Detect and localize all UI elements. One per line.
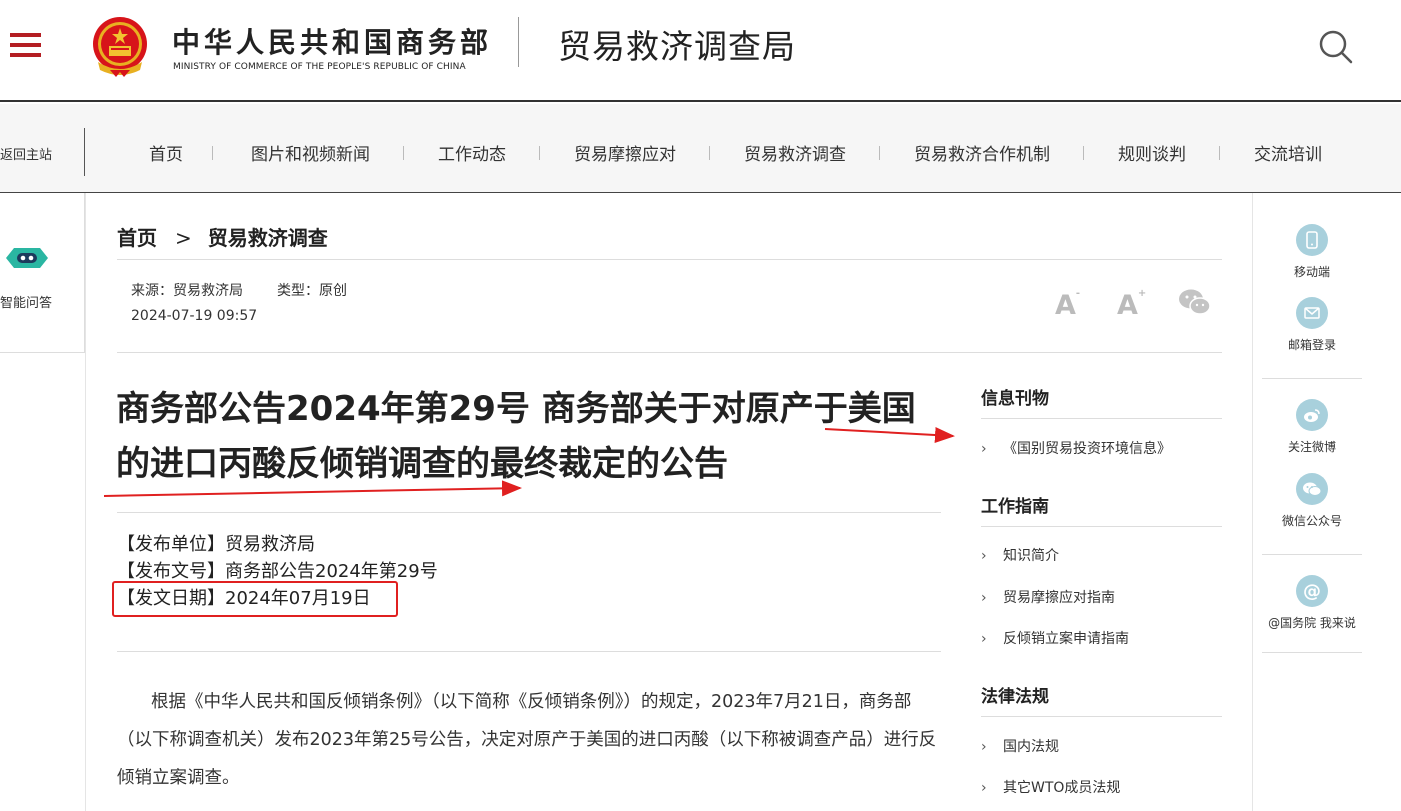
nav-item-home[interactable]: 首页 — [149, 140, 183, 165]
nav-item-cooperation[interactable]: 贸易救济合作机制 — [914, 140, 1050, 165]
sidebar-title-guides: 工作指南 — [981, 497, 1049, 517]
breadcrumb-home[interactable]: 首页 — [117, 226, 157, 250]
org-name-en: MINISTRY OF COMMERCE OF THE PEOPLE'S REP… — [173, 62, 466, 72]
ai-assistant-panel[interactable]: 智能问答 — [0, 193, 85, 353]
weibo-label: 关注微博 — [1287, 440, 1336, 454]
chevron-right-icon: › — [981, 548, 987, 564]
sidebar-link[interactable]: › 《国别贸易投资环境信息》 — [981, 438, 1171, 458]
mobile-label: 移动端 — [1293, 265, 1330, 279]
divider — [981, 716, 1222, 717]
mobile-link[interactable]: 移动端 — [1262, 224, 1362, 280]
divider — [981, 526, 1222, 527]
breadcrumb-separator: > — [175, 226, 192, 250]
state-council-label: @国务院 我来说 — [1268, 616, 1356, 630]
site-header: 中华人民共和国商务部 MINISTRY OF COMMERCE OF THE P… — [0, 0, 1401, 102]
article-datetime: 2024-07-19 09:57 — [131, 308, 258, 324]
article-body: 根据《中华人民共和国反倾销条例》（以下简称《反倾销条例》）的规定，2023年7月… — [117, 692, 937, 788]
sidebar-link-label: 反倾销立案申请指南 — [1003, 631, 1129, 647]
divider — [981, 418, 1222, 419]
article-title-line-2: 的进口丙酸反倾销调查的最终裁定的公告 — [116, 444, 728, 484]
article-title-line-1: 商务部公告2024年第29号 商务部关于对原产于美国 — [116, 389, 916, 429]
breadcrumb: 首页 > 贸易救济调查 — [117, 222, 328, 251]
nav-separator — [1083, 146, 1084, 160]
sidebar-link-label: 贸易摩擦应对指南 — [1003, 590, 1115, 606]
article-type: 类型：原创 — [277, 283, 347, 299]
content-left-border — [85, 193, 86, 811]
chevron-right-icon: › — [981, 590, 987, 606]
nav-separator — [403, 146, 404, 160]
nav-separator — [879, 146, 880, 160]
font-increase-glyph: A — [1117, 290, 1138, 321]
nav-separator — [709, 146, 710, 160]
weibo-link[interactable]: 关注微博 — [1262, 399, 1362, 455]
main-nav: 返回主站 首页 图片和视频新闻 工作动态 贸易摩擦应对 贸易救济调查 贸易救济合… — [0, 104, 1401, 193]
weibo-icon — [1296, 399, 1328, 431]
wechat-account-link[interactable]: 微信公众号 — [1262, 473, 1362, 529]
sidebar-link[interactable]: › 国内法规 — [981, 736, 1059, 756]
mail-login-label: 邮箱登录 — [1287, 338, 1336, 352]
sidebar-link[interactable]: › 反倾销立案申请指南 — [981, 628, 1129, 648]
search-icon[interactable] — [1317, 28, 1353, 64]
font-decrease-button[interactable]: A- — [1055, 288, 1081, 321]
font-increase-sign: + — [1137, 288, 1147, 299]
nav-separator — [1219, 146, 1220, 160]
nav-separator — [539, 146, 540, 160]
right-panel-divider — [1262, 652, 1362, 653]
right-panel-divider — [1262, 554, 1362, 555]
hamburger-menu-icon[interactable] — [10, 33, 41, 57]
nav-separator — [212, 146, 213, 160]
chevron-right-icon: › — [981, 739, 987, 755]
divider — [117, 259, 1222, 260]
nav-item-training[interactable]: 交流培训 — [1254, 140, 1322, 165]
sidebar-link-label: 其它WTO成员法规 — [1003, 780, 1121, 796]
chevron-right-icon: › — [981, 780, 987, 796]
mobile-icon — [1296, 224, 1328, 256]
publisher-info: 【发布单位】贸易救济局 — [117, 534, 315, 555]
sidebar-link-label: 知识简介 — [1003, 548, 1059, 564]
wechat-account-label: 微信公众号 — [1281, 514, 1342, 528]
sidebar-link-label: 国内法规 — [1003, 739, 1059, 755]
sidebar-link[interactable]: › 知识简介 — [981, 545, 1059, 565]
chevron-right-icon: › — [981, 631, 987, 647]
article-title: 商务部公告2024年第29号 商务部关于对原产于美国 的进口丙酸反倾销调查的最终… — [116, 382, 946, 492]
mail-login-link[interactable]: 邮箱登录 — [1262, 297, 1362, 353]
sidebar-link-label: 《国别贸易投资环境信息》 — [1003, 441, 1171, 457]
divider — [117, 352, 1222, 353]
nav-item-rules-negotiation[interactable]: 规则谈判 — [1118, 140, 1186, 165]
highlight-box-annotation — [112, 581, 398, 617]
font-decrease-glyph: A — [1055, 290, 1076, 321]
sidebar-title-publications: 信息刊物 — [981, 389, 1049, 409]
sidebar-link[interactable]: › 其它WTO成员法规 — [981, 777, 1120, 797]
org-name-cn[interactable]: 中华人民共和国商务部 — [172, 21, 492, 61]
nav-divider — [84, 128, 85, 176]
breadcrumb-current[interactable]: 贸易救济调查 — [208, 226, 328, 250]
nav-item-photo-video[interactable]: 图片和视频新闻 — [251, 140, 370, 165]
national-emblem-logo[interactable] — [90, 14, 150, 78]
chevron-right-icon: › — [981, 441, 987, 457]
sidebar-title-laws: 法律法规 — [981, 687, 1049, 707]
nav-item-trade-friction[interactable]: 贸易摩擦应对 — [574, 140, 676, 165]
right-panel-divider — [1262, 378, 1362, 379]
wechat-share-icon[interactable] — [1178, 288, 1212, 318]
wechat-icon — [1296, 473, 1328, 505]
document-number: 【发布文号】商务部公告2024年第29号 — [117, 561, 438, 582]
divider — [117, 651, 941, 652]
divider — [117, 512, 941, 513]
at-icon: @ — [1296, 575, 1328, 607]
header-divider — [518, 17, 519, 67]
ai-assistant-label[interactable]: 智能问答 — [0, 292, 52, 311]
content-right-border — [1252, 193, 1253, 811]
nav-item-work-news[interactable]: 工作动态 — [438, 140, 506, 165]
sidebar-link[interactable]: › 贸易摩擦应对指南 — [981, 587, 1115, 607]
article-meta: 来源：贸易救济局 类型：原创 — [131, 280, 347, 300]
state-council-link[interactable]: @ @国务院 我来说 — [1262, 575, 1362, 631]
mail-icon — [1296, 297, 1328, 329]
article-source: 来源：贸易救济局 — [131, 283, 243, 299]
font-increase-button[interactable]: A+ — [1117, 288, 1147, 321]
font-decrease-sign: - — [1075, 288, 1081, 299]
nav-item-trade-remedy-investigation[interactable]: 贸易救济调查 — [744, 140, 846, 165]
bureau-name[interactable]: 贸易救济调查局 — [558, 20, 796, 68]
back-home-link[interactable]: 返回主站 — [0, 144, 52, 163]
robot-chat-icon[interactable] — [4, 246, 50, 270]
